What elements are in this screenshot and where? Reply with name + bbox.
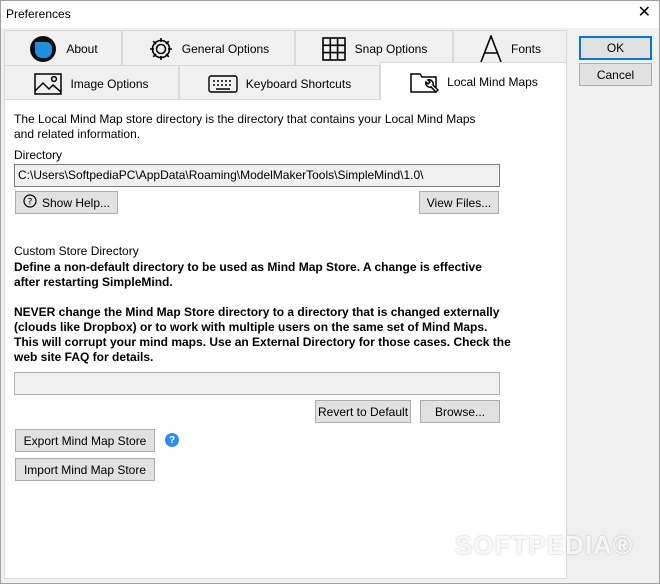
ok-button[interactable]: OK [579,36,652,60]
export-store-button[interactable]: Export Mind Map Store [15,429,155,452]
warning-text-line1: NEVER change the Mind Map Store director… [14,305,500,319]
cancel-button[interactable]: Cancel [579,63,652,86]
view-files-button[interactable]: View Files... [419,191,499,214]
font-icon [479,34,503,63]
warning-text-line3: This will corrupt your mind maps. Use an… [14,335,511,349]
simplemind-logo-icon [28,34,58,64]
window-title: Preferences [6,7,71,21]
preferences-window: Preferences ✕ About General Options Snap… [0,0,660,584]
close-icon[interactable]: ✕ [638,5,651,21]
show-help-button[interactable]: ? Show Help... [15,191,118,214]
tab-label: Fonts [510,41,541,56]
tab-label: About [66,41,98,56]
warning-text-line4: web site FAQ for details. [14,350,154,364]
local-mind-maps-panel: The Local Mind Map store directory is th… [4,99,567,579]
tab-label: Snap Options [354,41,428,56]
intro-text-line2: and related information. [14,127,141,141]
image-icon [34,72,63,96]
show-help-label: Show Help... [41,195,111,210]
help-circle-icon: ? [23,194,37,211]
directory-label: Directory [14,148,63,162]
tab-local-mind-maps[interactable]: Local Mind Maps [380,62,567,100]
tab-general-options[interactable]: General Options [122,30,295,66]
intro-text-line1: The Local Mind Map store directory is th… [14,112,476,126]
tab-about[interactable]: About [4,30,122,66]
revert-to-default-button[interactable]: Revert to Default [315,400,411,423]
tab-snap-options[interactable]: Snap Options [295,30,453,66]
softpedia-watermark: SOFTPEDIA® [455,530,633,560]
custom-store-label: Custom Store Directory [14,244,139,258]
tab-label: Local Mind Maps [447,74,538,89]
folder-wrench-icon [409,68,440,96]
import-store-button[interactable]: Import Mind Map Store [15,458,155,481]
grid-icon [321,36,347,62]
define-text-line1: Define a non-default directory to be use… [14,260,482,274]
warning-text-line2: (clouds like Dropbox) or to work with mu… [14,320,488,334]
tab-fonts[interactable]: Fonts [453,30,567,66]
tab-keyboard-shortcuts[interactable]: Keyboard Shortcuts [179,65,380,101]
custom-directory-field[interactable] [14,372,500,395]
define-text-line2: after restarting SimpleMind. [14,275,173,289]
keyboard-icon [208,74,238,93]
tab-label: General Options [181,41,270,56]
tab-label: Image Options [70,76,149,91]
title-bar: Preferences ✕ [1,1,659,28]
gear-icon [148,36,174,62]
browse-button[interactable]: Browse... [420,400,500,423]
tab-image-options[interactable]: Image Options [4,65,179,101]
tab-label: Keyboard Shortcuts [245,76,352,91]
directory-field[interactable]: C:\Users\SoftpediaPC\AppData\Roaming\Mod… [14,164,500,187]
help-icon[interactable]: ? [165,433,179,447]
svg-text:?: ? [28,198,33,208]
